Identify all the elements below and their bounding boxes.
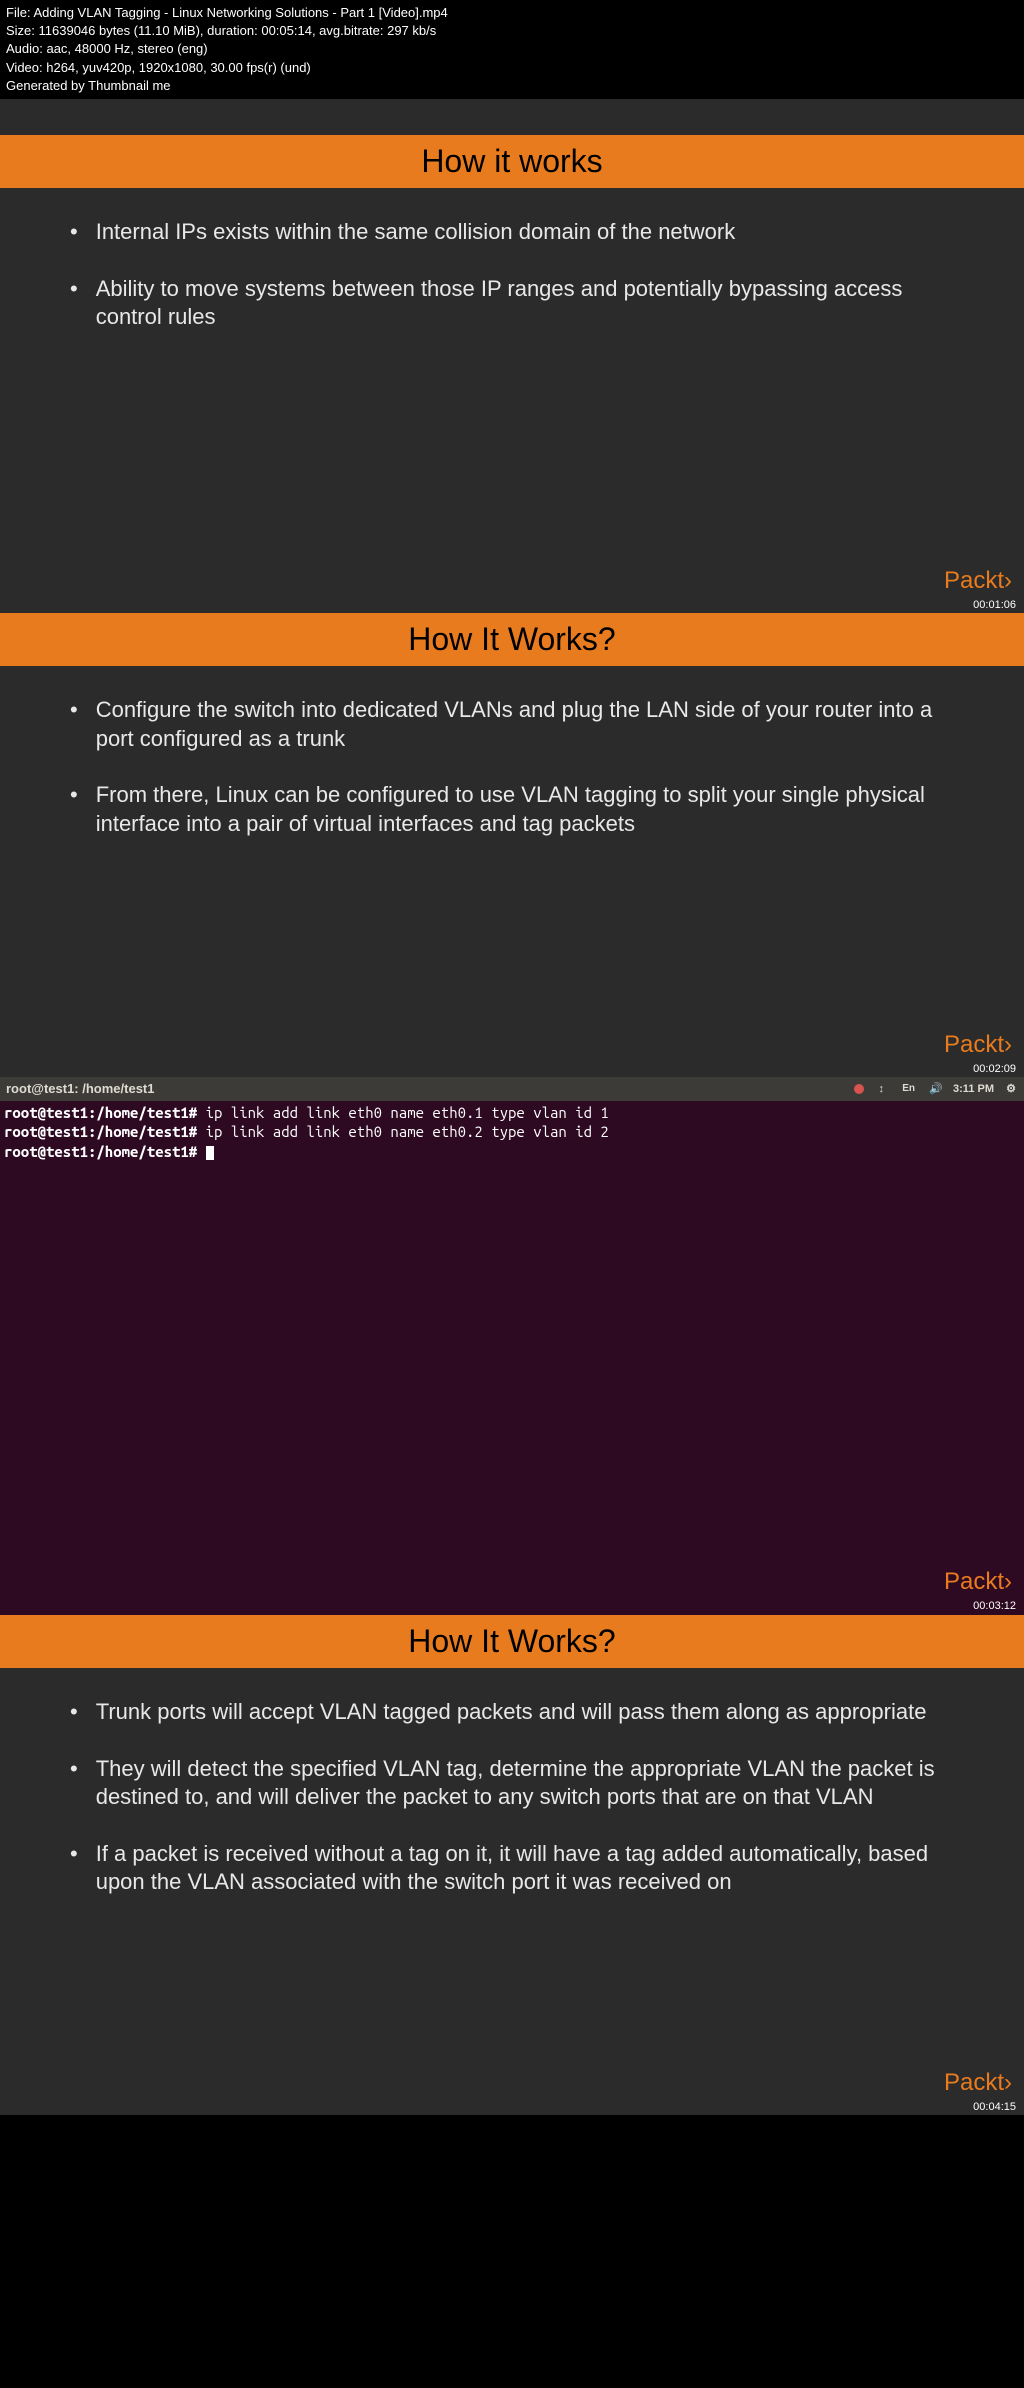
terminal-command [197,1143,205,1160]
thumbnail-timestamp: 00:04:15 [973,2101,1016,2113]
slide-title: How It Works? [0,613,1024,666]
terminal-line: root@test1:/home/test1# ip link add link… [4,1122,1020,1142]
meta-audio: Audio: aac, 48000 Hz, stereo (eng) [6,40,1018,58]
terminal-title-text: root@test1: /home/test1 [6,1081,154,1096]
bullet-item: • If a packet is received without a tag … [70,1840,954,1897]
terminal-titlebar: root@test1: /home/test1 ↕ En 🔊 3:11 PM ⚙ [0,1077,1024,1101]
gear-icon: ⚙ [1004,1082,1018,1096]
packt-logo: Packt› [944,1031,1012,1059]
cursor-icon [206,1146,214,1160]
packt-logo: Packt› [944,567,1012,595]
slide-content: • Trunk ports will accept VLAN tagged pa… [0,1668,1024,1897]
terminal-line: root@test1:/home/test1# [4,1142,1020,1162]
bullet-icon: • [70,1840,78,1897]
terminal-command: ip link add link eth0 name eth0.1 type v… [197,1104,609,1121]
network-icon: ↕ [874,1082,888,1096]
thumbnail-timestamp: 00:03:12 [973,1599,1016,1613]
system-tray: ↕ En 🔊 3:11 PM ⚙ [854,1082,1018,1096]
thumbnail-timestamp: 00:02:09 [973,1063,1016,1075]
bullet-text: If a packet is received without a tag on… [96,1840,954,1897]
terminal-prompt: root@test1:/home/test1# [4,1143,197,1160]
bullet-text: From there, Linux can be configured to u… [96,781,954,838]
language-indicator: En [898,1082,919,1095]
meta-generator: Generated by Thumbnail me [6,77,1018,95]
packt-logo: Packt› [944,1566,1012,1597]
bullet-item: • From there, Linux can be configured to… [70,781,954,838]
bullet-text: Internal IPs exists within the same coll… [96,218,736,247]
bullet-text: Trunk ports will accept VLAN tagged pack… [96,1698,927,1727]
bullet-text: They will detect the specified VLAN tag,… [96,1755,954,1812]
terminal-body[interactable]: root@test1:/home/test1# ip link add link… [0,1101,1024,1615]
meta-file: File: Adding VLAN Tagging - Linux Networ… [6,4,1018,22]
record-icon [854,1084,864,1094]
slide-content: • Configure the switch into dedicated VL… [0,666,1024,838]
thumbnail-slide-3: root@test1: /home/test1 ↕ En 🔊 3:11 PM ⚙… [0,1077,1024,1615]
terminal-prompt: root@test1:/home/test1# [4,1123,197,1140]
bullet-item: • Internal IPs exists within the same co… [70,218,954,247]
terminal-line: root@test1:/home/test1# ip link add link… [4,1103,1020,1123]
clock: 3:11 PM [953,1083,994,1095]
slide-title: How It Works? [0,1615,1024,1668]
bullet-text: Configure the switch into dedicated VLAN… [96,696,954,753]
bullet-icon: • [70,696,78,753]
bullet-item: • Configure the switch into dedicated VL… [70,696,954,753]
sound-icon: 🔊 [929,1082,943,1096]
bullet-icon: • [70,1755,78,1812]
thumbnail-timestamp: 00:01:06 [973,599,1016,611]
bullet-icon: • [70,275,78,332]
bullet-item: • Trunk ports will accept VLAN tagged pa… [70,1698,954,1727]
thumbnail-slide-4: How It Works? • Trunk ports will accept … [0,1615,1024,2115]
packt-logo: Packt› [944,2069,1012,2097]
thumbnail-slide-1: How it works • Internal IPs exists withi… [0,99,1024,613]
slide-title: How it works [0,135,1024,188]
slide-content: • Internal IPs exists within the same co… [0,188,1024,332]
thumbnail-slide-2: How It Works? • Configure the switch int… [0,613,1024,1077]
terminal-command: ip link add link eth0 name eth0.2 type v… [197,1123,609,1140]
bullet-icon: • [70,781,78,838]
bullet-icon: • [70,218,78,247]
bullet-text: Ability to move systems between those IP… [96,275,954,332]
meta-size: Size: 11639046 bytes (11.10 MiB), durati… [6,22,1018,40]
bullet-icon: • [70,1698,78,1727]
meta-video: Video: h264, yuv420p, 1920x1080, 30.00 f… [6,59,1018,77]
bullet-item: • Ability to move systems between those … [70,275,954,332]
terminal-prompt: root@test1:/home/test1# [4,1104,197,1121]
file-metadata: File: Adding VLAN Tagging - Linux Networ… [0,0,1024,99]
bullet-item: • They will detect the specified VLAN ta… [70,1755,954,1812]
